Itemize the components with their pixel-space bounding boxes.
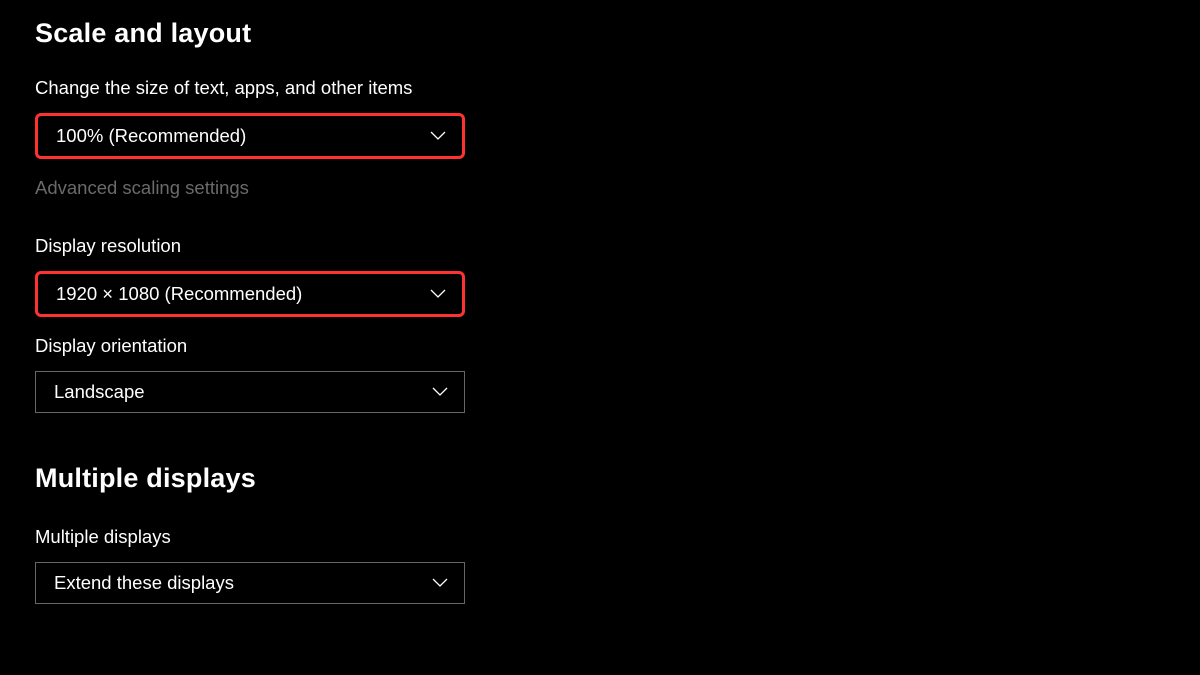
- orientation-dropdown[interactable]: Landscape: [35, 371, 465, 413]
- advanced-scaling-link[interactable]: Advanced scaling settings: [35, 177, 1165, 199]
- chevron-down-icon: [430, 128, 446, 144]
- chevron-down-icon: [432, 575, 448, 591]
- multiple-displays-heading: Multiple displays: [35, 463, 1165, 494]
- resolution-label: Display resolution: [35, 235, 1165, 257]
- resolution-dropdown[interactable]: 1920 × 1080 (Recommended): [35, 271, 465, 317]
- chevron-down-icon: [432, 384, 448, 400]
- orientation-field: Display orientation Landscape: [35, 335, 1165, 413]
- multiple-displays-dropdown[interactable]: Extend these displays: [35, 562, 465, 604]
- multiple-displays-value: Extend these displays: [54, 572, 234, 594]
- resolution-value: 1920 × 1080 (Recommended): [56, 283, 302, 305]
- multiple-displays-field: Multiple displays Extend these displays: [35, 526, 1165, 604]
- scale-and-layout-heading: Scale and layout: [35, 18, 1165, 49]
- text-size-label: Change the size of text, apps, and other…: [35, 77, 1165, 99]
- multiple-displays-label: Multiple displays: [35, 526, 1165, 548]
- chevron-down-icon: [430, 286, 446, 302]
- text-size-value: 100% (Recommended): [56, 125, 246, 147]
- text-size-dropdown[interactable]: 100% (Recommended): [35, 113, 465, 159]
- resolution-field: Display resolution 1920 × 1080 (Recommen…: [35, 235, 1165, 317]
- orientation-label: Display orientation: [35, 335, 1165, 357]
- orientation-value: Landscape: [54, 381, 145, 403]
- text-size-field: Change the size of text, apps, and other…: [35, 77, 1165, 159]
